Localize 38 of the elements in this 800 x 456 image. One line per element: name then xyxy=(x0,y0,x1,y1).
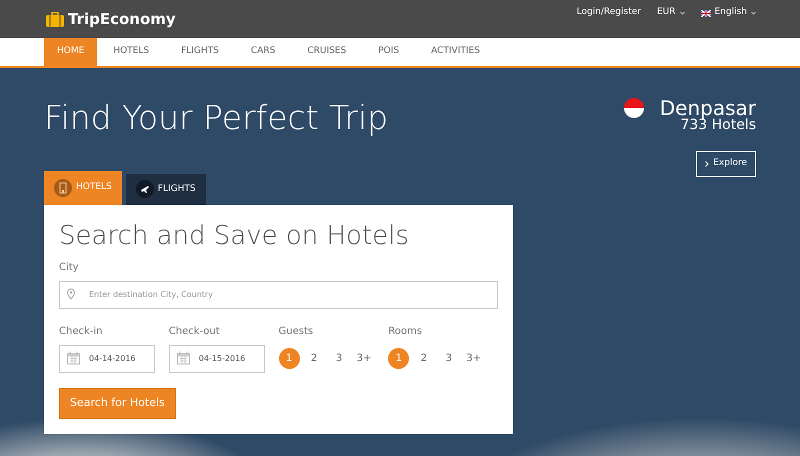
logo-text[interactable]: TripEconomy xyxy=(68,8,176,30)
count-option[interactable]: 2 xyxy=(304,348,324,369)
flag-icon xyxy=(700,10,710,16)
field-label: Check-out xyxy=(168,325,221,340)
field-label: Guests xyxy=(278,325,314,340)
language-dropdown[interactable]: English xyxy=(700,6,756,20)
caret-icon xyxy=(751,11,756,15)
nav-item[interactable]: HOTELS xyxy=(97,38,166,66)
building-icon xyxy=(54,178,72,197)
form-title: Search and Save on Hotels xyxy=(59,220,410,252)
count-option[interactable]: 3+ xyxy=(463,348,484,369)
airplane-icon xyxy=(136,180,154,198)
hotel-count: 733 Hotels xyxy=(680,118,756,134)
explore-button[interactable]: Explore xyxy=(696,151,756,177)
count-option[interactable]: 2 xyxy=(413,348,434,369)
nav-item[interactable]: CRUISES xyxy=(291,38,362,66)
nav-item[interactable]: FLIGHTS xyxy=(165,38,235,66)
caret-icon xyxy=(680,11,684,15)
field-label: Rooms xyxy=(388,325,423,340)
suitcase-icon xyxy=(46,12,64,26)
nav-item[interactable]: CARS xyxy=(234,38,292,66)
currency-dropdown[interactable]: EUR xyxy=(656,6,684,20)
count-option[interactable]: 3 xyxy=(438,348,460,369)
nav-item[interactable]: POIS xyxy=(362,38,416,66)
date-field[interactable]: 04-14-2016 xyxy=(59,344,155,373)
field-label: City xyxy=(59,261,80,276)
search-tab[interactable]: FLIGHTS xyxy=(126,174,206,205)
destination-name: Denpasar xyxy=(660,98,756,118)
city-field[interactable]: Enter destination City, Country xyxy=(59,280,498,309)
page-title: Find Your Perfect Trip xyxy=(44,98,388,138)
nav-item[interactable]: ACTIVITIES xyxy=(415,38,496,66)
login-link[interactable]: Login/Register xyxy=(576,6,641,20)
date-field[interactable]: 04-15-2016 xyxy=(168,344,265,373)
count-option[interactable]: 3+ xyxy=(354,348,374,369)
flag-icon xyxy=(624,98,644,118)
field-label: Check-in xyxy=(59,325,104,340)
chevron-icon xyxy=(705,161,710,168)
count-option[interactable]: 3 xyxy=(328,348,350,369)
